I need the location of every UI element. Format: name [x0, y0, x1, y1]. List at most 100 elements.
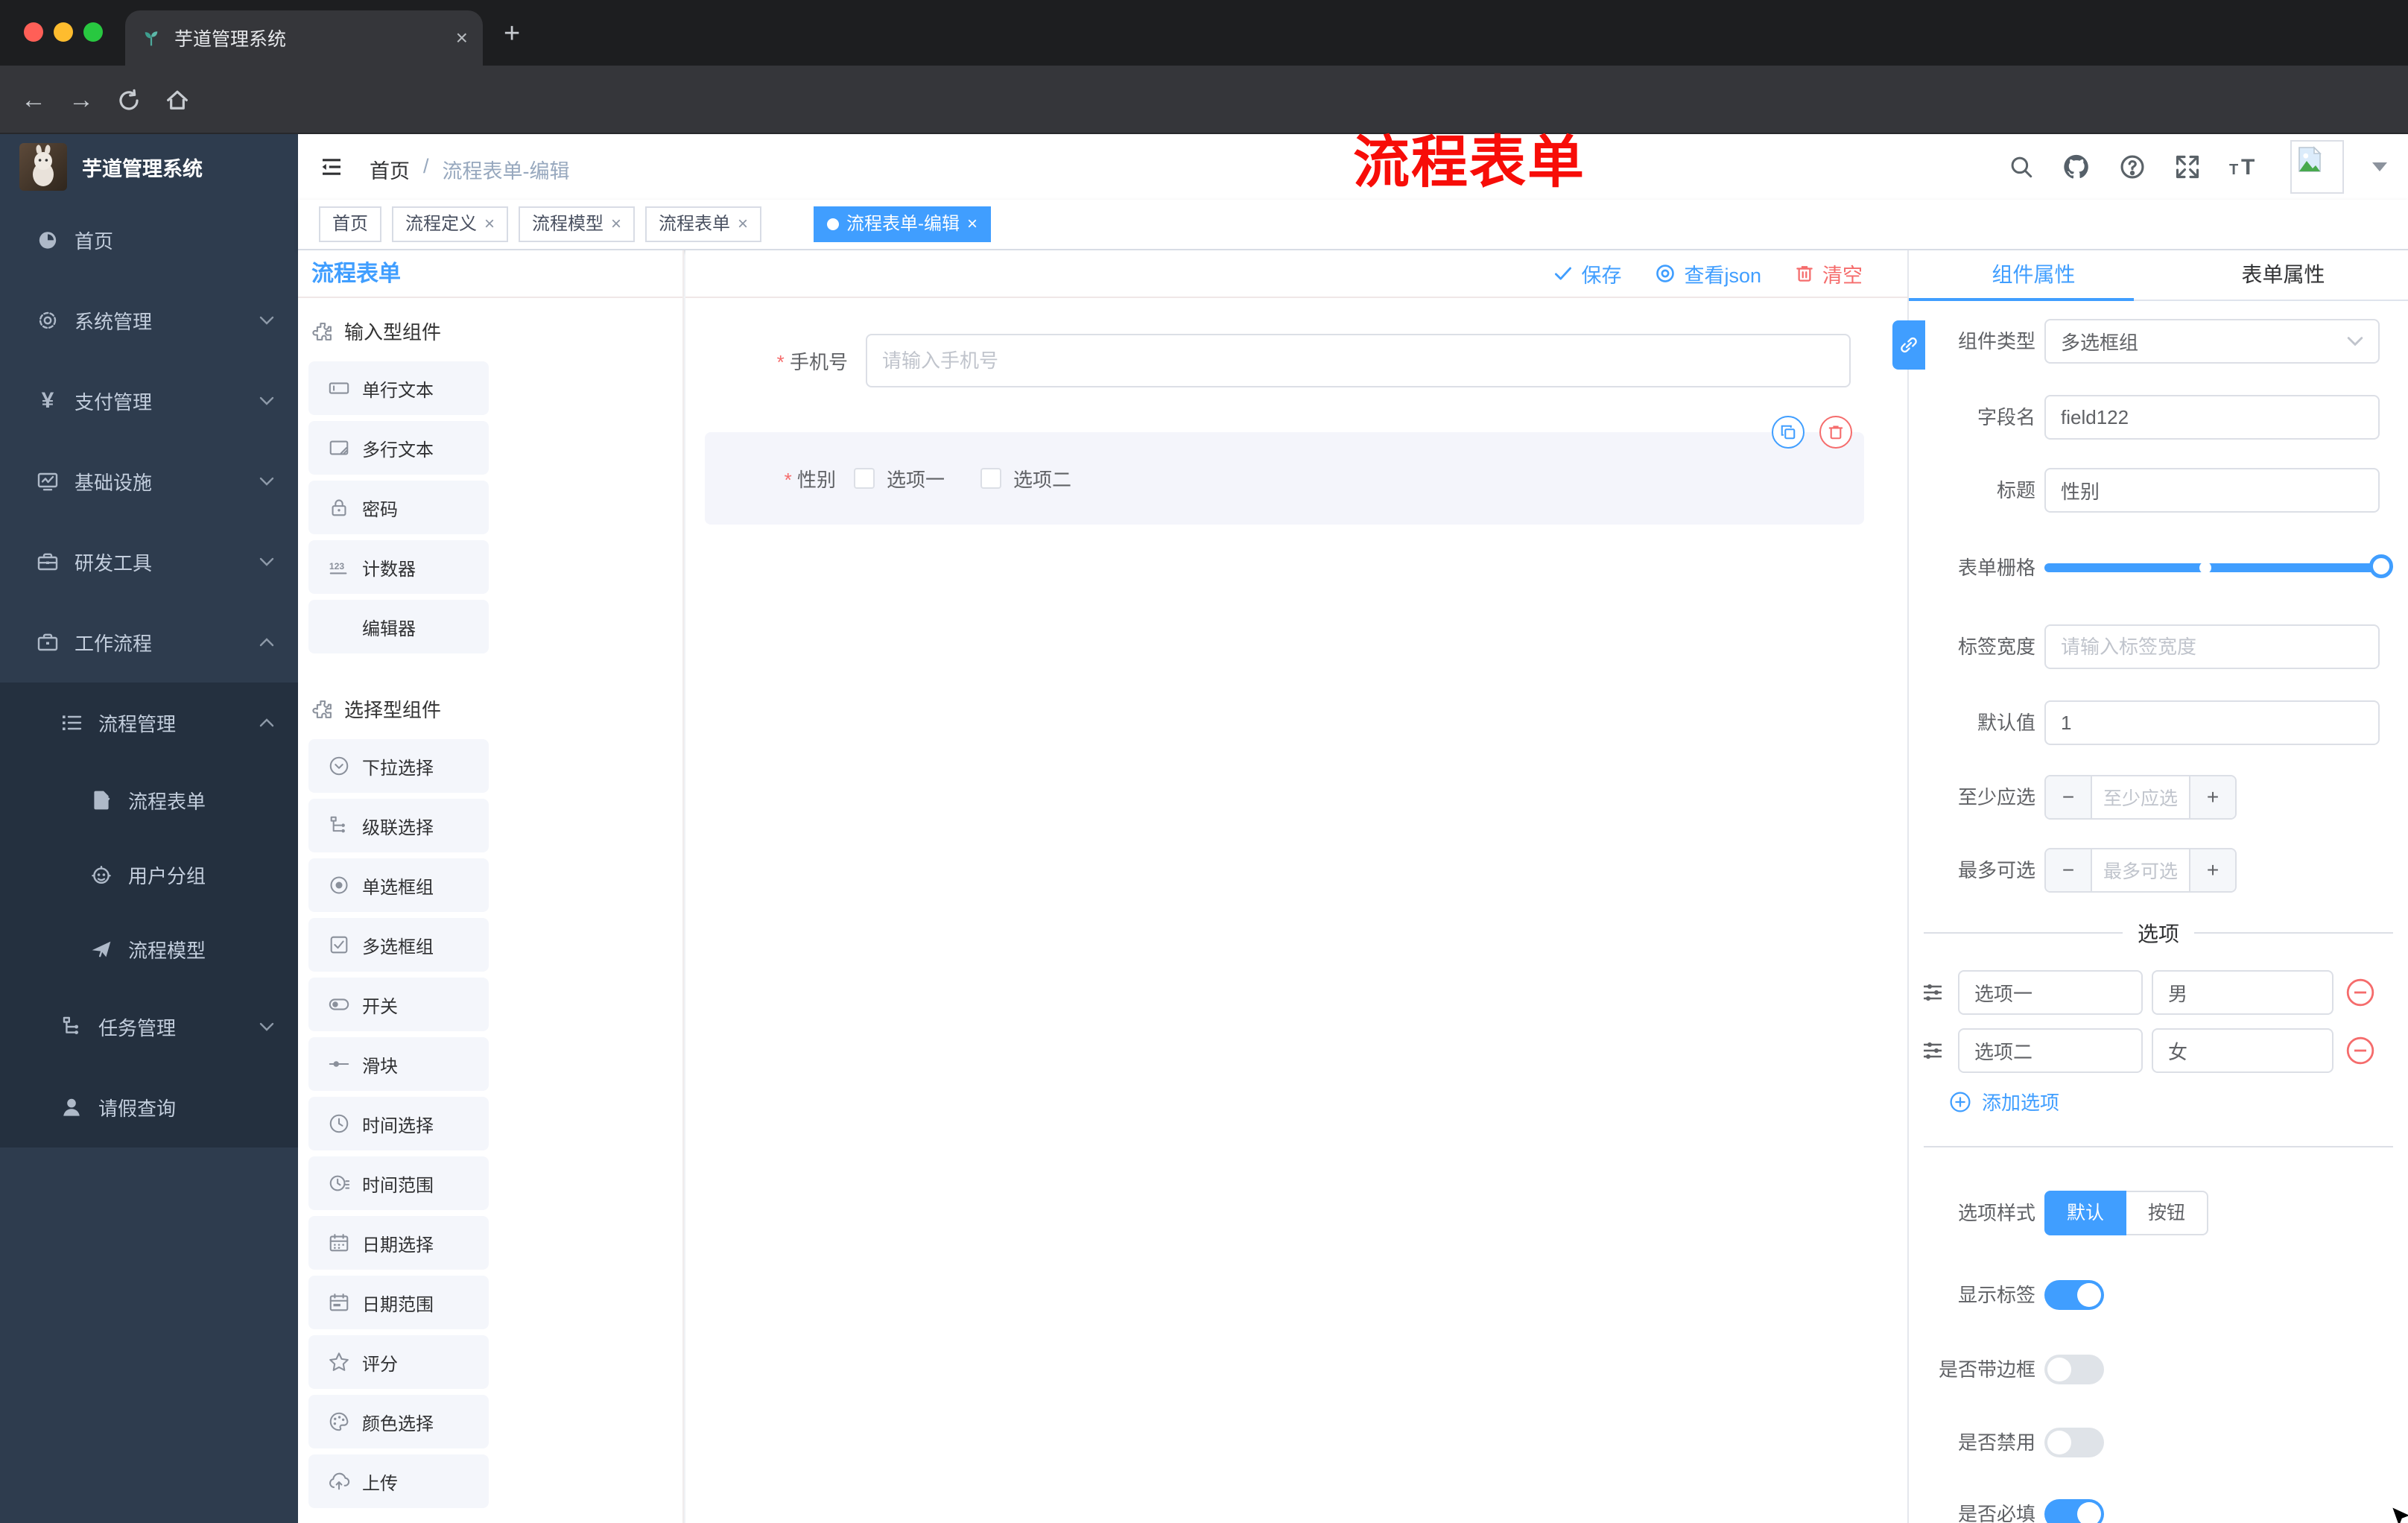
palette-item-single-text[interactable]: 单行文本	[308, 361, 489, 415]
option-label-input[interactable]	[1958, 1028, 2143, 1073]
palette-item-checkbox-group[interactable]: 多选框组	[308, 918, 489, 972]
palette-item-radio-group[interactable]: 单选框组	[308, 858, 489, 912]
help-icon[interactable]	[2119, 153, 2146, 180]
style-button-button[interactable]: 按钮	[2126, 1191, 2208, 1235]
view-json-button[interactable]: 查看json	[1654, 259, 1761, 288]
selected-gender-component[interactable]: * 性别 选项一 选项二	[705, 416, 1864, 525]
palette-item-upload[interactable]: 上传	[308, 1454, 489, 1508]
tab-form-props[interactable]: 表单属性	[2158, 250, 2408, 300]
sidebar-item-devtools[interactable]: 研发工具	[0, 522, 298, 602]
tag-process-form-edit[interactable]: 流程表单-编辑 ×	[814, 206, 992, 242]
tag-process-model[interactable]: 流程模型 ×	[519, 206, 636, 242]
window-close-button[interactable]	[24, 22, 43, 42]
avatar[interactable]	[2290, 140, 2344, 194]
palette-item-counter[interactable]: 123 计数器	[308, 540, 489, 594]
component-type-select[interactable]: 多选框组	[2044, 319, 2380, 364]
gender-option2-checkbox[interactable]	[980, 468, 1002, 489]
sidebar-item-user-group[interactable]: 用户分组	[0, 838, 298, 912]
sidebar-item-leave-query[interactable]: 请假查询	[0, 1067, 298, 1147]
minus-button[interactable]: −	[2046, 849, 2091, 891]
sidebar-item-process-form[interactable]: 流程表单	[0, 763, 298, 838]
tag-process-form[interactable]: 流程表单 ×	[645, 206, 762, 242]
palette-item-cascader[interactable]: 级联选择	[308, 799, 489, 852]
disabled-toggle[interactable]	[2044, 1428, 2104, 1457]
fullscreen-icon[interactable]	[2174, 153, 2201, 180]
gender-option1-label[interactable]: 选项一	[887, 465, 945, 493]
tab-component-props[interactable]: 组件属性	[1909, 250, 2158, 300]
title-input[interactable]	[2044, 468, 2380, 513]
palette-item-color-picker[interactable]: 颜色选择	[308, 1395, 489, 1448]
avatar-caret-icon[interactable]	[2372, 162, 2387, 171]
minus-button[interactable]: −	[2046, 776, 2091, 818]
remove-option-icon[interactable]	[2345, 1036, 2375, 1066]
tab-close-icon[interactable]: ×	[456, 26, 468, 50]
required-toggle[interactable]	[2044, 1499, 2104, 1523]
browser-tab[interactable]: 芋道管理系统 ×	[125, 10, 483, 66]
tag-home[interactable]: 首页	[319, 206, 381, 242]
home-icon[interactable]	[164, 86, 191, 113]
breadcrumb-home[interactable]: 首页	[370, 155, 410, 184]
palette-item-rate[interactable]: 评分	[308, 1335, 489, 1389]
plus-button[interactable]: +	[2190, 849, 2235, 891]
window-zoom-button[interactable]	[83, 22, 103, 42]
search-icon[interactable]	[2009, 154, 2034, 180]
back-icon[interactable]: ←	[21, 86, 46, 113]
phone-field-row[interactable]: * 手机号	[685, 334, 1851, 387]
clear-button[interactable]: 清空	[1794, 259, 1863, 288]
sidebar-item-process-mgmt[interactable]: 流程管理	[0, 683, 298, 763]
drag-handle-icon[interactable]	[1921, 981, 1945, 1004]
sidebar-item-payment[interactable]: ¥ 支付管理	[0, 361, 298, 441]
tag-close-icon[interactable]: ×	[611, 208, 621, 241]
add-option-button[interactable]: 添加选项	[1949, 1088, 2059, 1115]
plus-button[interactable]: +	[2190, 776, 2235, 818]
github-icon[interactable]	[2062, 153, 2091, 181]
option-value-input[interactable]	[2152, 1028, 2333, 1073]
tag-close-icon[interactable]: ×	[967, 208, 978, 241]
option-label-input[interactable]	[1958, 970, 2143, 1015]
palette-item-time-picker[interactable]: 时间选择	[308, 1097, 489, 1150]
sidebar-item-process-model[interactable]: 流程模型	[0, 912, 298, 987]
palette-item-multi-text[interactable]: 多行文本	[308, 421, 489, 475]
remove-option-icon[interactable]	[2345, 978, 2375, 1007]
slider-thumb[interactable]	[2369, 554, 2393, 578]
sidebar-item-home[interactable]: 首页	[0, 200, 298, 280]
palette-item-date-picker[interactable]: 日期选择	[308, 1216, 489, 1270]
hamburger-icon[interactable]	[319, 155, 344, 179]
new-tab-button[interactable]: +	[504, 19, 520, 48]
reload-icon[interactable]	[116, 88, 142, 113]
forward-icon[interactable]: →	[69, 86, 94, 113]
sidebar-item-system[interactable]: 系统管理	[0, 280, 298, 361]
border-toggle[interactable]	[2044, 1355, 2104, 1384]
sidebar-item-infra[interactable]: 基础设施	[0, 441, 298, 522]
palette-item-select[interactable]: 下拉选择	[308, 739, 489, 793]
gender-option2-label[interactable]: 选项二	[1013, 465, 1071, 493]
phone-input[interactable]	[866, 334, 1851, 387]
palette-item-date-range[interactable]: 日期范围	[308, 1276, 489, 1329]
tag-close-icon[interactable]: ×	[484, 208, 495, 241]
option-value-input[interactable]	[2152, 970, 2333, 1015]
style-default-button[interactable]: 默认	[2044, 1191, 2126, 1235]
tag-process-definition[interactable]: 流程定义 ×	[392, 206, 509, 242]
palette-item-switch[interactable]: 开关	[308, 978, 489, 1031]
gender-option1-checkbox[interactable]	[854, 468, 875, 489]
sidebar-item-workflow[interactable]: 工作流程	[0, 602, 298, 683]
palette-item-editor[interactable]: 编辑器	[308, 600, 489, 653]
palette-item-time-range[interactable]: 时间范围	[308, 1156, 489, 1210]
window-minimize-button[interactable]	[54, 22, 73, 42]
save-button[interactable]: 保存	[1553, 259, 1621, 288]
default-value-input[interactable]	[2044, 700, 2380, 745]
label-width-input[interactable]	[2044, 624, 2380, 669]
min-select-value[interactable]: 至少应选	[2091, 776, 2190, 818]
tag-close-icon[interactable]: ×	[738, 208, 748, 241]
max-select-value[interactable]: 最多可选	[2091, 849, 2190, 891]
drag-handle-icon[interactable]	[1921, 1039, 1945, 1063]
field-name-input[interactable]	[2044, 395, 2380, 440]
delete-component-button[interactable]	[1819, 416, 1852, 449]
palette-item-slider[interactable]: 滑块	[308, 1037, 489, 1091]
font-size-icon[interactable]: T T	[2229, 155, 2262, 179]
copy-component-button[interactable]	[1772, 416, 1805, 449]
palette-item-password[interactable]: 密码	[308, 481, 489, 534]
sidebar-item-task-mgmt[interactable]: 任务管理	[0, 987, 298, 1067]
sidebar-logo[interactable]: 芋道管理系统	[0, 134, 298, 200]
grid-slider[interactable]	[2044, 554, 2393, 578]
